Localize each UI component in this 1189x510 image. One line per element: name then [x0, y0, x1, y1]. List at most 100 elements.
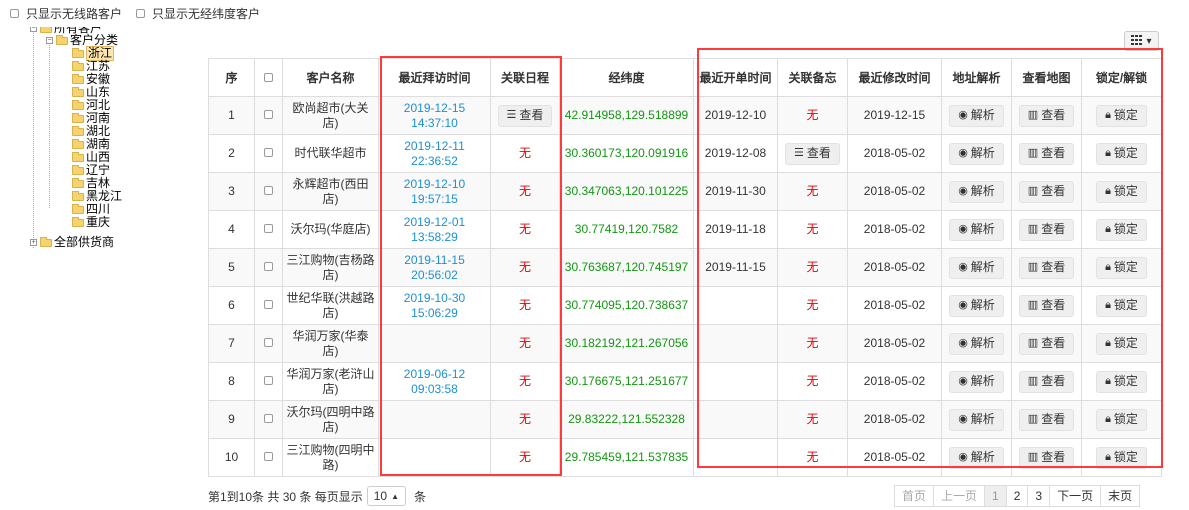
row-checkbox[interactable] [264, 110, 273, 119]
map-view-button[interactable]: ▥ 查看 [1018, 332, 1075, 355]
lock-button[interactable]: 🔒︎ 锁定 [1096, 218, 1147, 241]
row-checkbox[interactable] [264, 452, 273, 461]
table-row[interactable]: 7 华润万家(华泰店) 无 30.182192,121.267056 无 2018-05-… [208, 324, 1162, 363]
cell-select[interactable] [254, 134, 283, 173]
header-name[interactable]: 客户名称 [282, 58, 379, 97]
cell-select[interactable] [254, 400, 283, 439]
page-size-select[interactable]: 10 ▲ [366, 486, 406, 506]
header-last-order[interactable]: 最近开单时间 [693, 58, 778, 97]
last-visit-time[interactable]: 2019-11-15 20:56:02 [404, 253, 465, 282]
cell-select[interactable] [254, 96, 283, 135]
row-checkbox[interactable] [264, 338, 273, 347]
table-row[interactable]: 3 永辉超市(西田店) 2019-12-10 19:57:15 无 30.347063,… [208, 172, 1162, 211]
address-parse-button[interactable]: ◉ 解析 [949, 408, 1004, 431]
schedule-view-button[interactable]: ☰ 查看 [497, 104, 553, 127]
address-parse-button[interactable]: ◉ 解析 [949, 370, 1004, 393]
last-visit-time[interactable]: 2019-06-12 09:03:58 [404, 367, 465, 396]
row-checkbox[interactable] [264, 300, 273, 309]
table-row[interactable]: 10 三江购物(四明中路) 无 29.785459,121.537835 无 2018-0… [208, 438, 1162, 477]
header-last-visit[interactable]: 最近拜访时间 [378, 58, 491, 97]
page-first[interactable]: 首页 [894, 485, 935, 507]
address-parse-button[interactable]: ◉ 解析 [949, 104, 1004, 127]
cell-select[interactable] [254, 286, 283, 325]
map-view-button[interactable]: ▥ 查看 [1018, 370, 1075, 393]
map-view-button[interactable]: ▥ 查看 [1018, 104, 1075, 127]
last-visit-time[interactable]: 2019-12-01 13:58:29 [404, 215, 465, 244]
lock-button[interactable]: 🔒︎ 锁定 [1096, 180, 1147, 203]
table-row[interactable]: 4 沃尔玛(华庭店) 2019-12-01 13:58:29 无 30.77419,12… [208, 210, 1162, 249]
last-visit-time[interactable]: 2019-12-10 19:57:15 [404, 177, 465, 206]
row-checkbox[interactable] [264, 414, 273, 423]
header-latlng[interactable]: 经纬度 [559, 58, 694, 97]
collapse-icon[interactable]: − [46, 37, 53, 44]
lock-button[interactable]: 🔒︎ 锁定 [1096, 408, 1147, 431]
lock-button[interactable]: 🔒︎ 锁定 [1096, 256, 1147, 279]
header-address[interactable]: 地址解析 [941, 58, 1012, 97]
table-row[interactable]: 9 沃尔玛(四明中路店) 无 29.83222,121.552328 无 2018-05-… [208, 400, 1162, 439]
lock-button[interactable]: 🔒︎ 锁定 [1096, 446, 1147, 469]
row-checkbox[interactable] [264, 262, 273, 271]
no-latlng-filter[interactable]: 只显示无经纬度客户 [136, 5, 260, 22]
map-view-button[interactable]: ▥ 查看 [1018, 142, 1075, 165]
last-visit-time[interactable]: 2019-12-15 14:37:10 [404, 101, 465, 130]
cell-select[interactable] [254, 438, 283, 477]
cell-select[interactable] [254, 172, 283, 211]
column-toggle-button[interactable]: ▾ [1124, 31, 1159, 51]
page-last[interactable]: 末页 [1100, 485, 1141, 507]
address-parse-button[interactable]: ◉ 解析 [949, 294, 1004, 317]
select-all-checkbox[interactable] [264, 72, 273, 82]
table-row[interactable]: 6 世纪华联(洪越路店) 2019-10-30 15:06:29 无 30.774095… [208, 286, 1162, 325]
page-next[interactable]: 下一页 [1049, 485, 1102, 507]
map-view-button[interactable]: ▥ 查看 [1018, 408, 1075, 431]
header-seq[interactable]: 序 [208, 58, 255, 97]
address-parse-button[interactable]: ◉ 解析 [949, 446, 1004, 469]
wireless-filter-checkbox[interactable] [10, 8, 19, 18]
last-visit-time[interactable]: 2019-12-11 22:36:52 [404, 139, 465, 168]
no-latlng-filter-checkbox[interactable] [136, 8, 146, 18]
address-parse-button[interactable]: ◉ 解析 [949, 218, 1004, 241]
lock-button[interactable]: 🔒︎ 锁定 [1096, 294, 1147, 317]
row-checkbox[interactable] [264, 224, 273, 233]
page-3[interactable]: 3 [1027, 485, 1051, 507]
wireless-filter[interactable]: 只显示无线路客户 [10, 5, 122, 22]
page-1[interactable]: 1 [984, 485, 1007, 507]
header-select-all[interactable] [254, 58, 283, 97]
address-parse-button[interactable]: ◉ 解析 [949, 142, 1004, 165]
lock-button[interactable]: 🔒︎ 锁定 [1096, 142, 1147, 165]
lock-button[interactable]: 🔒︎ 锁定 [1096, 370, 1147, 393]
tree-node-suppliers[interactable]: + 全部供货商 [30, 236, 114, 249]
row-checkbox[interactable] [264, 376, 273, 385]
address-parse-button[interactable]: ◉ 解析 [949, 256, 1004, 279]
page-2[interactable]: 2 [1005, 485, 1029, 507]
page-prev[interactable]: 上一页 [933, 485, 986, 507]
cell-select[interactable] [254, 324, 283, 363]
map-view-button[interactable]: ▥ 查看 [1018, 218, 1075, 241]
table-row[interactable]: 1 欧尚超市(大关店) 2019-12-15 14:37:10 ☰ 查看 42.91495… [208, 96, 1162, 135]
row-checkbox[interactable] [264, 148, 273, 157]
table-row[interactable]: 2 时代联华超市 2019-12-11 22:36:52 无 30.360173,120… [208, 134, 1162, 173]
map-view-button[interactable]: ▥ 查看 [1018, 446, 1075, 469]
lock-button[interactable]: 🔒︎ 锁定 [1096, 104, 1147, 127]
last-visit-time[interactable]: 2019-10-30 15:06:29 [404, 291, 465, 320]
map-view-button[interactable]: ▥ 查看 [1018, 256, 1075, 279]
header-schedule[interactable]: 关联日程 [490, 58, 560, 97]
row-checkbox[interactable] [264, 186, 273, 195]
memo-view-button[interactable]: ☰ 查看 [785, 142, 840, 165]
table-row[interactable]: 8 华润万家(老浒山店) 2019-06-12 09:03:58 无 30.176675… [208, 362, 1162, 401]
cell-select[interactable] [254, 248, 283, 287]
table-row[interactable]: 5 三江购物(吉杨路店) 2019-11-15 20:56:02 无 30.763687… [208, 248, 1162, 287]
lock-button[interactable]: 🔒︎ 锁定 [1096, 332, 1147, 355]
address-parse-button[interactable]: ◉ 解析 [949, 332, 1004, 355]
tree-node-province[interactable]: 重庆 [72, 216, 110, 229]
cell-select[interactable] [254, 210, 283, 249]
cell-select[interactable] [254, 362, 283, 401]
expand-icon[interactable]: + [30, 239, 37, 246]
map-view-button[interactable]: ▥ 查看 [1018, 294, 1075, 317]
header-lock[interactable]: 锁定/解锁 [1081, 58, 1162, 97]
header-map[interactable]: 查看地图 [1011, 58, 1082, 97]
address-parse-button[interactable]: ◉ 解析 [949, 180, 1004, 203]
header-memo[interactable]: 关联备忘 [777, 58, 848, 97]
collapse-icon[interactable]: − [30, 27, 37, 32]
header-last-modified[interactable]: 最近修改时间 [847, 58, 942, 97]
map-view-button[interactable]: ▥ 查看 [1018, 180, 1075, 203]
